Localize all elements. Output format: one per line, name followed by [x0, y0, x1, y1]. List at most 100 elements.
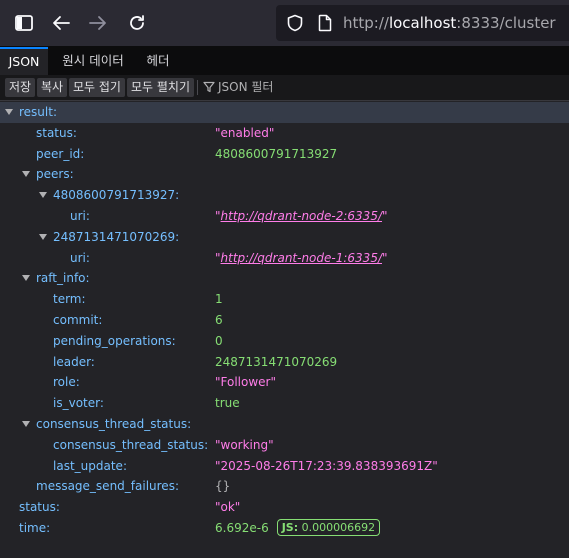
url-host: localhost	[388, 14, 457, 32]
collapse-all-button[interactable]: 모두 접기	[69, 78, 125, 97]
url-path: :8333/cluster	[456, 14, 556, 32]
tab-json[interactable]: JSON	[0, 47, 48, 75]
key-text: 4808600791713927	[53, 188, 176, 203]
tree-key: result:	[19, 105, 57, 119]
twisty-expanded-icon[interactable]	[39, 233, 47, 240]
key-text: last_update	[53, 458, 123, 473]
js-badge-label: JS:	[281, 520, 299, 534]
tree-value: 1	[215, 292, 223, 307]
tree-row-time[interactable]: time: 6.692e-6 JS: 0.000006692	[0, 518, 569, 539]
tree-value: 2487131471070269	[215, 354, 338, 369]
key-text: pending_operations	[53, 333, 172, 348]
key-text: raft_info	[36, 271, 86, 286]
key-text: status	[36, 125, 73, 140]
tree-value-link[interactable]: "http://qdrant-node-1:6335/"	[215, 248, 388, 269]
tree-key: uri:	[70, 250, 90, 265]
key-text: term	[53, 292, 82, 307]
tree-key: role:	[53, 375, 80, 390]
tree-key: 2487131471070269:	[53, 229, 180, 244]
tree-row-status[interactable]: status: "enabled"	[0, 123, 569, 144]
tree-key: 4808600791713927:	[53, 188, 180, 203]
tree-value: 6	[215, 312, 223, 327]
tree-row-message-send-failures[interactable]: message_send_failures: {}	[0, 476, 569, 497]
tree-row-peers[interactable]: peers:	[0, 164, 569, 185]
tree-key: leader:	[53, 354, 95, 369]
key-text: consensus_thread_status	[53, 437, 205, 452]
tree-row-peer-id[interactable]: peer_id: 4808600791713927	[0, 144, 569, 165]
key-text: message_send_failures	[36, 479, 175, 494]
json-toolbar: 저장 복사 모두 접기 모두 펼치기 JSON 필터	[0, 75, 569, 101]
tree-row-commit[interactable]: commit: 6	[0, 310, 569, 331]
back-arrow-icon[interactable]	[49, 11, 73, 35]
tree-row-role[interactable]: role: "Follower"	[0, 372, 569, 393]
twisty-expanded-icon[interactable]	[22, 171, 30, 178]
tree-value-link[interactable]: "http://qdrant-node-2:6335/"	[215, 206, 388, 227]
copy-button[interactable]: 복사	[37, 78, 68, 97]
tree-value: true	[215, 396, 240, 411]
tree-key: raft_info:	[36, 271, 90, 286]
tree-key: consensus_thread_status:	[36, 416, 192, 431]
time-value-text: 6.692e-6	[215, 520, 269, 535]
sidebar-toggle-icon[interactable]	[12, 11, 36, 35]
tree-row-last-update[interactable]: last_update: "2025-08-26T17:23:39.838393…	[0, 456, 569, 477]
tree-row-term[interactable]: term: 1	[0, 289, 569, 310]
uri-link[interactable]: http://qdrant-node-1:6335/	[221, 251, 382, 265]
page-icon[interactable]	[316, 14, 334, 32]
reload-icon[interactable]	[125, 11, 149, 35]
twisty-expanded-icon[interactable]	[5, 109, 13, 115]
tree-value: "2025-08-26T17:23:39.838393691Z"	[215, 458, 438, 473]
key-text: status	[19, 500, 56, 515]
key-text: leader	[53, 354, 91, 369]
tree-row-is-voter[interactable]: is_voter: true	[0, 393, 569, 414]
tree-key: status:	[36, 125, 77, 140]
tree-row-consensus-thread-status-inner[interactable]: consensus_thread_status: "working"	[0, 435, 569, 456]
tree-row-peer-1[interactable]: 4808600791713927:	[0, 185, 569, 206]
tree-row-consensus-thread-status[interactable]: consensus_thread_status:	[0, 414, 569, 435]
tab-headers[interactable]: 헤더	[138, 47, 178, 75]
tree-row-raft-info[interactable]: raft_info:	[0, 268, 569, 289]
tree-row-peer-1-uri[interactable]: uri: "http://qdrant-node-2:6335/"	[0, 206, 569, 227]
tree-value: 0	[215, 333, 223, 348]
json-filter-input[interactable]: JSON 필터	[203, 78, 273, 97]
twisty-expanded-icon[interactable]	[22, 420, 30, 427]
tree-row-peer-2-uri[interactable]: uri: "http://qdrant-node-1:6335/"	[0, 248, 569, 269]
uri-link[interactable]: http://qdrant-node-2:6335/	[221, 209, 382, 223]
key-text: result	[19, 105, 53, 119]
tree-key: pending_operations:	[53, 333, 176, 348]
key-text: is_voter	[53, 396, 100, 411]
tree-row-peer-2[interactable]: 2487131471070269:	[0, 227, 569, 248]
tree-key: peers:	[36, 167, 74, 182]
url-text[interactable]: http://localhost:8333/cluster	[343, 14, 556, 32]
forward-arrow-icon[interactable]	[86, 11, 110, 35]
tree-row-top-status[interactable]: status: "ok"	[0, 497, 569, 518]
tree-key: consensus_thread_status:	[53, 437, 209, 452]
tree-key: is_voter:	[53, 396, 104, 411]
twisty-expanded-icon[interactable]	[39, 192, 47, 199]
tree-row-result[interactable]: result:	[0, 102, 569, 123]
tab-raw-data[interactable]: 원시 데이터	[54, 47, 132, 75]
json-tree: result: status: "enabled" peer_id: 48086…	[0, 102, 569, 539]
key-text: peers	[36, 167, 70, 182]
tree-row-pending-operations[interactable]: pending_operations: 0	[0, 331, 569, 352]
key-text: time	[19, 520, 47, 535]
key-text: commit	[53, 312, 99, 327]
toolbar-divider	[197, 80, 198, 95]
key-text: uri	[70, 208, 86, 223]
tree-key: peer_id:	[36, 146, 85, 161]
browser-toolbar: http://localhost:8333/cluster	[0, 0, 569, 46]
tree-key: last_update:	[53, 458, 127, 473]
tree-row-leader[interactable]: leader: 2487131471070269	[0, 352, 569, 373]
twisty-expanded-icon[interactable]	[22, 275, 30, 282]
filter-placeholder: JSON 필터	[218, 80, 274, 94]
shield-icon[interactable]	[286, 14, 304, 32]
viewer-tabs: JSON 원시 데이터 헤더	[0, 46, 569, 75]
tree-value: "enabled"	[215, 125, 275, 140]
key-text: peer_id	[36, 146, 81, 161]
tree-key: commit:	[53, 312, 103, 327]
save-button[interactable]: 저장	[5, 78, 36, 97]
tree-value: 6.692e-6 JS: 0.000006692	[215, 518, 381, 539]
url-bar[interactable]: http://localhost:8333/cluster	[276, 5, 569, 41]
expand-all-button[interactable]: 모두 펼치기	[127, 78, 195, 97]
tree-value: "Follower"	[215, 375, 276, 390]
key-text: consensus_thread_status	[36, 416, 188, 431]
